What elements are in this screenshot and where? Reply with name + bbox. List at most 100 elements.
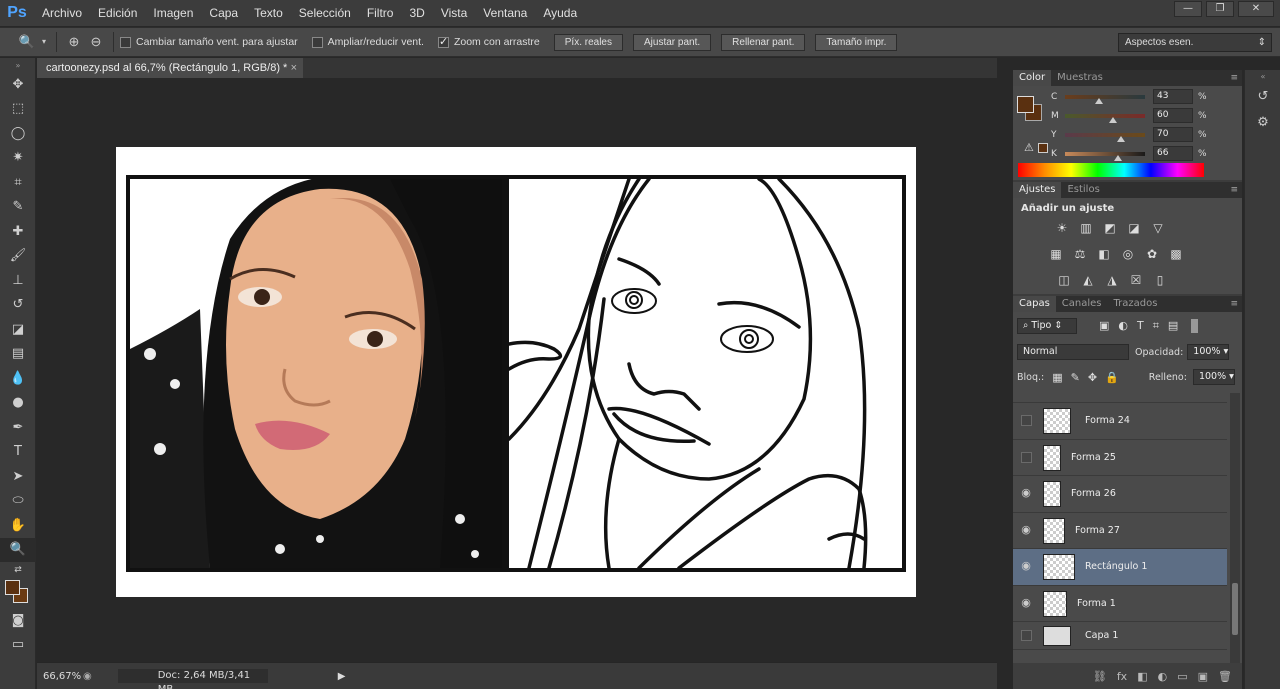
actual-pixels-button[interactable]: Píx. reales (553, 33, 623, 51)
marquee-tool-icon[interactable]: ⬚ (0, 97, 36, 122)
minimize-button[interactable]: — (1174, 1, 1202, 17)
selective-color-icon[interactable]: ☒ (1127, 272, 1145, 288)
quick-mask-icon[interactable]: ◙ (0, 608, 36, 633)
slider-thumb[interactable] (1117, 135, 1125, 142)
layer-row[interactable]: Forma 25 (1013, 439, 1227, 476)
magic-wand-tool-icon[interactable]: ✷ (0, 146, 36, 171)
clone-stamp-tool-icon[interactable]: ⊥ (0, 268, 36, 293)
eraser-tool-icon[interactable]: ◪ (0, 317, 36, 342)
layer-row[interactable]: ◉ Forma 27 (1013, 512, 1227, 549)
checkbox-box[interactable] (437, 35, 449, 48)
layer-name[interactable]: Capa 1 (1085, 622, 1118, 650)
history-brush-tool-icon[interactable]: ↺ (0, 293, 36, 318)
eye-icon[interactable]: ◉ (1020, 596, 1032, 609)
visibility-toggle[interactable] (1021, 451, 1032, 463)
canvas-area[interactable] (37, 78, 997, 662)
fit-screen-button[interactable]: Ajustar pant. (633, 33, 712, 51)
tab-estilos[interactable]: Estilos (1061, 182, 1105, 198)
hand-tool-icon[interactable]: ✋ (0, 513, 36, 538)
adjustment-layer-icon[interactable]: ◐ (1158, 670, 1168, 683)
lock-icons[interactable]: ▦✎✥🔒 (1052, 371, 1127, 384)
color-swatches[interactable] (0, 578, 36, 608)
cyan-slider[interactable] (1065, 94, 1145, 104)
checkbox-box[interactable] (311, 36, 323, 48)
close-window-button[interactable]: ✕ (1238, 1, 1274, 17)
foreground-color-swatch[interactable] (5, 580, 20, 595)
panel-menu-icon[interactable]: ≡ (1230, 296, 1238, 312)
zoom-tool-icon[interactable]: 🔍 (0, 537, 36, 562)
menu-texto[interactable]: Texto (246, 6, 291, 20)
magenta-slider[interactable] (1065, 113, 1145, 123)
slider-thumb[interactable] (1113, 154, 1122, 161)
blend-mode-select[interactable]: Normal (1017, 344, 1129, 360)
opacity-field[interactable]: 100% ▾ (1187, 344, 1230, 360)
slider-thumb[interactable] (1095, 97, 1104, 104)
checkbox-box[interactable] (120, 36, 131, 48)
zoom-all-windows-checkbox[interactable]: Ampliar/reducir vent. (311, 36, 424, 48)
filter-icons[interactable]: ▣◐T⌗▤ (1099, 319, 1187, 333)
brightness-contrast-icon[interactable]: ☀ (1053, 220, 1071, 236)
vibrance-icon[interactable]: ▽ (1149, 220, 1167, 236)
tab-capas[interactable]: Capas (1013, 296, 1056, 312)
layer-style-icon[interactable]: fx (1117, 670, 1127, 683)
visibility-toggle[interactable] (1021, 415, 1032, 426)
document-tab[interactable]: cartoonezy.psd al 66,7% (Rectángulo 1, R… (37, 58, 303, 78)
black-white-icon[interactable]: ◧ (1095, 246, 1113, 262)
menu-vista[interactable]: Vista (433, 6, 475, 20)
layer-name[interactable]: Forma 27 (1075, 513, 1120, 549)
layer-name[interactable]: Forma 1 (1077, 586, 1116, 622)
threshold-icon[interactable]: ◮ (1103, 272, 1121, 288)
healing-brush-tool-icon[interactable]: ✚ (0, 219, 36, 244)
brush-tool-icon[interactable]: 🖌 (0, 244, 36, 269)
layer-list-scrollbar[interactable] (1230, 393, 1240, 663)
magenta-value-field[interactable]: 60 (1153, 108, 1193, 123)
gradient-tool-icon[interactable]: ▤ (0, 342, 36, 367)
eyedropper-tool-icon[interactable]: ✎ (0, 195, 36, 220)
layer-name[interactable]: Forma 26 (1071, 476, 1116, 512)
hue-saturation-icon[interactable]: ▦ (1047, 246, 1065, 262)
black-value-field[interactable]: 66 (1153, 146, 1193, 161)
shape-tool-icon[interactable]: ⬭ (0, 489, 36, 514)
layer-name[interactable]: Rectángulo 1 (1085, 549, 1147, 585)
new-group-icon[interactable]: ▭ (1177, 670, 1187, 683)
exposure-icon[interactable]: ◪ (1125, 220, 1143, 236)
gradient-map-icon[interactable]: ▯ (1151, 272, 1169, 288)
eye-icon[interactable]: ◉ (1020, 523, 1032, 536)
tab-color[interactable]: Color (1013, 70, 1052, 86)
menu-archivo[interactable]: Archivo (34, 6, 90, 20)
line-drawing-panel[interactable] (505, 175, 906, 572)
channel-mixer-icon[interactable]: ✿ (1143, 246, 1161, 262)
panel-menu-icon[interactable]: ≡ (1230, 70, 1238, 86)
tab-ajustes[interactable]: Ajustes (1013, 182, 1062, 198)
print-size-button[interactable]: Tamaño impr. (815, 33, 898, 51)
layer-filter-select[interactable]: ⌕ Tipo ⇕ (1017, 318, 1077, 334)
layer-name[interactable]: Forma 25 (1071, 440, 1116, 476)
menu-ventana[interactable]: Ventana (475, 6, 535, 20)
restore-button[interactable]: ❐ (1206, 1, 1234, 17)
collapse-icon[interactable]: » (0, 58, 36, 72)
zoom-tool-preset-icon[interactable]: 🔍 (16, 32, 38, 52)
history-icon[interactable]: ↺ (1245, 84, 1280, 110)
scrollbar-thumb[interactable] (1232, 583, 1238, 635)
fill-screen-button[interactable]: Rellenar pant. (721, 33, 806, 51)
cyan-value-field[interactable]: 43 (1153, 89, 1193, 104)
photo-panel[interactable] (126, 175, 506, 572)
dodge-tool-icon[interactable]: ● (0, 391, 36, 416)
menu-seleccion[interactable]: Selección (291, 6, 359, 20)
menu-capa[interactable]: Capa (201, 6, 246, 20)
workspace-select[interactable]: Aspectos esen. ⇕ (1118, 33, 1272, 52)
layer-row[interactable]: Forma 24 (1013, 403, 1227, 440)
filter-toggle[interactable] (1191, 319, 1199, 333)
menu-3d[interactable]: 3D (401, 6, 432, 20)
color-balance-icon[interactable]: ⚖ (1071, 246, 1089, 262)
new-layer-icon[interactable]: ▣ (1198, 670, 1208, 683)
tab-trazados[interactable]: Trazados (1108, 296, 1164, 312)
link-layers-icon[interactable]: ⛓ (1093, 670, 1107, 683)
tab-canales[interactable]: Canales (1056, 296, 1108, 312)
yellow-value-field[interactable]: 70 (1153, 127, 1193, 142)
panel-menu-icon[interactable]: ≡ (1230, 182, 1238, 198)
yellow-slider[interactable] (1065, 132, 1145, 142)
expand-icon[interactable]: « (1245, 70, 1280, 84)
trash-icon[interactable]: 🗑 (1218, 670, 1232, 683)
slider-thumb[interactable] (1109, 116, 1117, 123)
